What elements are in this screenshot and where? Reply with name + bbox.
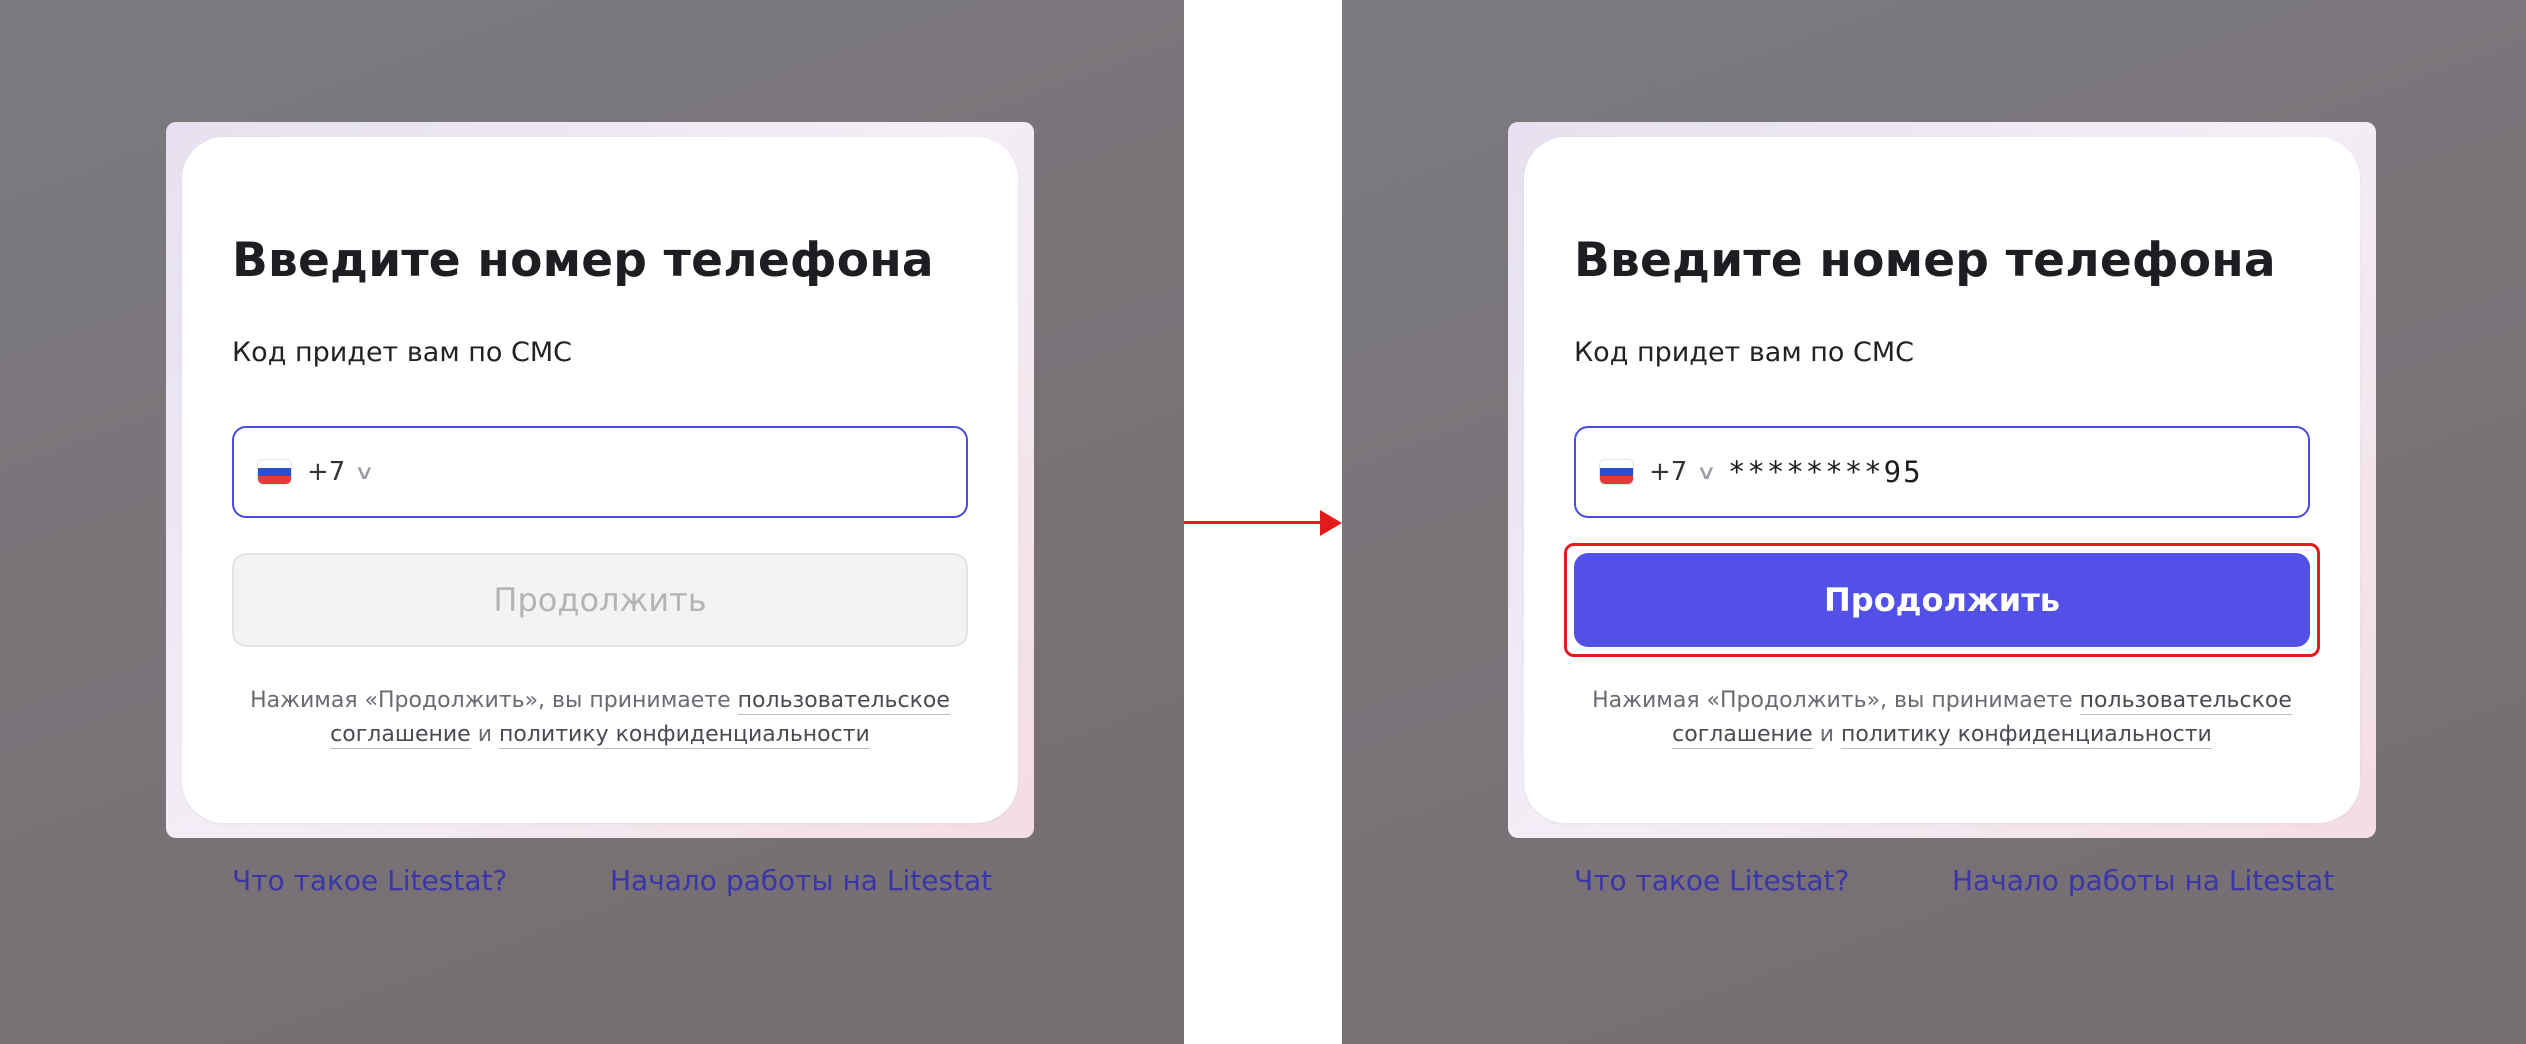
privacy-policy-link[interactable]: политику конфиденциальности [1841, 722, 2212, 749]
phone-number-value[interactable]: ********95 [1728, 455, 1923, 489]
legal-notice: Нажимая «Продолжить», вы принимаете поль… [232, 684, 968, 752]
chevron-down-icon[interactable]: ∨ [354, 460, 374, 484]
what-is-litestat-link[interactable]: Что такое Litestat? [232, 864, 507, 897]
legal-joiner: и [1819, 722, 1835, 747]
page-subtitle: Код придет вам по СМС [232, 337, 573, 368]
phone-login-card: Введите номер телефона Код придет вам по… [182, 137, 1018, 823]
getting-started-link[interactable]: Начало работы на Litestat [1952, 864, 2334, 897]
getting-started-link[interactable]: Начало работы на Litestat [610, 864, 992, 897]
country-code[interactable]: +7 [1649, 457, 1687, 487]
legal-notice: Нажимая «Продолжить», вы принимаете поль… [1574, 684, 2310, 752]
legal-prefix: Нажимая «Продолжить», вы принимаете [250, 688, 731, 713]
privacy-policy-link[interactable]: политику конфиденциальности [499, 722, 870, 749]
chevron-down-icon[interactable]: ∨ [1696, 460, 1716, 484]
phone-input[interactable]: +7 ∨ ********95 [1574, 426, 2310, 518]
modal-frame: Введите номер телефона Код придет вам по… [166, 122, 1034, 838]
page-title: Введите номер телефона [232, 233, 934, 288]
phone-login-card: Введите номер телефона Код придет вам по… [1524, 137, 2360, 823]
page-title: Введите номер телефона [1574, 233, 2276, 288]
legal-prefix: Нажимая «Продолжить», вы принимаете [1592, 688, 2073, 713]
arrow-right-icon [1320, 510, 1342, 536]
modal-frame: Введите номер телефона Код придет вам по… [1508, 122, 2376, 838]
legal-joiner: и [477, 722, 493, 747]
russia-flag-icon[interactable] [258, 460, 291, 484]
what-is-litestat-link[interactable]: Что такое Litestat? [1574, 864, 1849, 897]
login-panel-after: Введите номер телефона Код придет вам по… [1342, 0, 2526, 1044]
russia-flag-icon[interactable] [1600, 460, 1633, 484]
transition-arrow-line [1184, 521, 1324, 524]
phone-input[interactable]: +7 ∨ [232, 426, 968, 518]
page-subtitle: Код придет вам по СМС [1574, 337, 1915, 368]
continue-button[interactable]: Продолжить [232, 553, 968, 647]
click-target-highlight [1564, 543, 2320, 657]
country-code[interactable]: +7 [307, 457, 345, 487]
login-panel-before: Введите номер телефона Код придет вам по… [0, 0, 1184, 1044]
